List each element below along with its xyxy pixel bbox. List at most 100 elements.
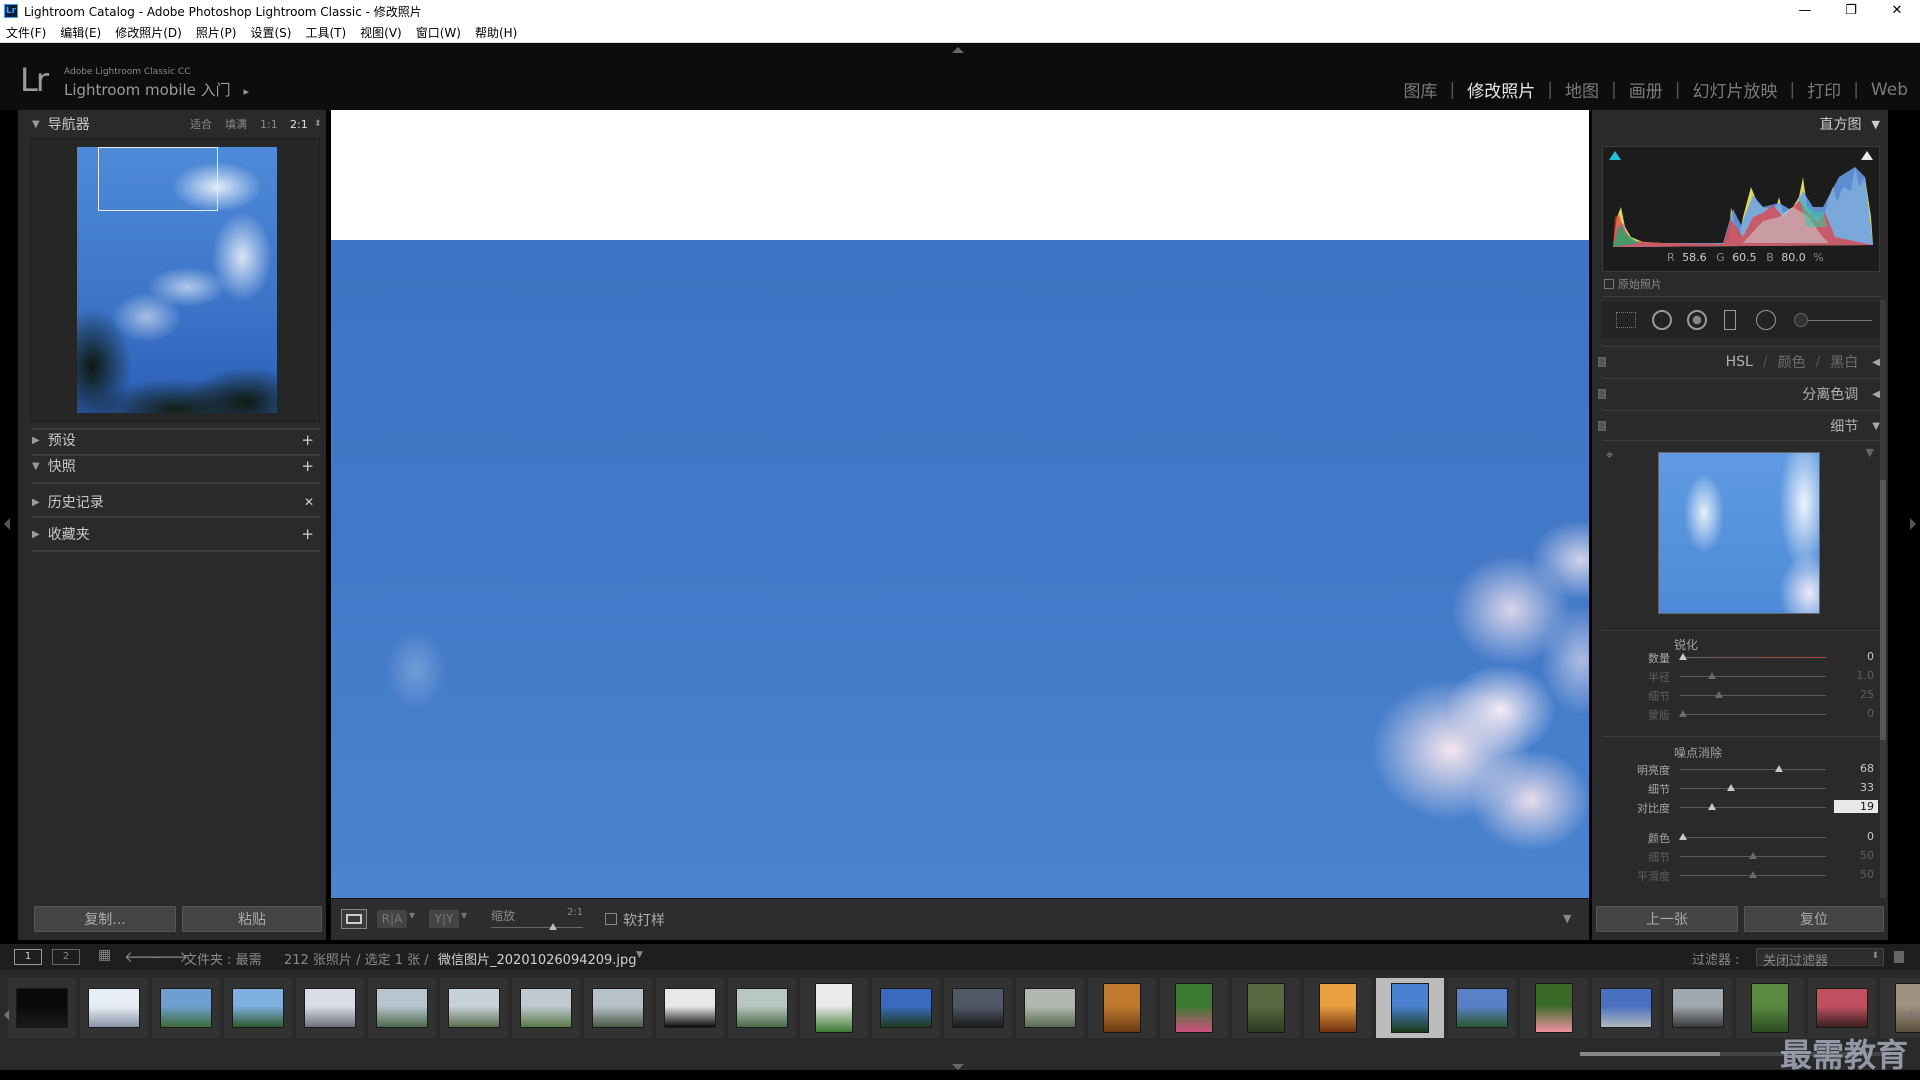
crop-tool-icon[interactable] [1616,312,1636,328]
filename-dropdown-icon[interactable]: ▼ [636,950,643,960]
slider-row[interactable]: 蒙版 0 [1592,707,1888,723]
menu-develop[interactable]: 修改照片(D) [115,24,182,41]
slider-value[interactable]: 19 [1834,800,1878,813]
snapshots-header[interactable]: ▼ 快照 + [18,454,326,478]
filmstrip-thumbnail[interactable] [512,978,580,1038]
preview-toggle-icon[interactable]: ▼ [1866,446,1874,459]
slider-thumb[interactable] [1678,653,1687,660]
toolbar-options-icon[interactable]: ▼ [1563,912,1571,925]
bw-tab[interactable]: 黑白 [1830,352,1858,372]
histogram-header[interactable]: 直方图 ▼ [1592,112,1888,136]
identity-mobile-link[interactable]: Lightroom mobile 入门 ▸ [64,79,249,100]
slider-value[interactable]: 50 [1860,849,1874,862]
nav-1to1-option[interactable]: 1:1 [260,118,278,131]
slider-thumb[interactable] [1749,852,1757,859]
secondary-window-button[interactable]: 2 [52,949,80,965]
collapse-bottom-arrow-icon[interactable] [952,1064,964,1070]
original-photo-checkbox[interactable] [1604,279,1614,289]
slider-row[interactable]: 细节 50 [1592,849,1888,865]
before-after-tb-icon[interactable]: Y|Y [429,910,459,928]
zoom-slider-thumb[interactable] [549,923,557,930]
filmstrip-thumbnail[interactable] [1736,978,1804,1038]
filter-select[interactable]: 关闭过滤器 ⬍ [1756,948,1884,969]
menu-window[interactable]: 窗口(W) [416,24,461,41]
slider-row[interactable]: 对比度 19 [1592,800,1888,816]
filmstrip-thumbnail[interactable] [800,978,868,1038]
module-library[interactable]: 图库 [1404,77,1438,102]
slider-thumb[interactable] [1727,784,1736,791]
filmstrip-thumbnail[interactable] [152,978,220,1038]
detail-header[interactable]: 细节 ▼ [1592,414,1888,438]
history-header[interactable]: ▶ 历史记录 ✕ [18,490,326,514]
paste-settings-button[interactable]: 粘贴 [182,906,322,932]
slider-row[interactable]: 半径 1.0 [1592,669,1888,685]
slider-row[interactable]: 细节 33 [1592,781,1888,797]
red-eye-icon[interactable] [1687,310,1707,330]
slider-value[interactable]: 0 [1867,650,1874,663]
slider-thumb[interactable] [1708,672,1717,679]
menu-photo[interactable]: 照片(P) [196,24,237,41]
panel-switch-icon[interactable] [1598,421,1606,431]
hsl-tab[interactable]: HSL [1726,354,1753,370]
slider-row[interactable]: 明亮度 68 [1592,762,1888,778]
presets-header[interactable]: ▶ 预设 + [18,428,326,452]
filter-lock-icon[interactable] [1894,951,1904,963]
menu-help[interactable]: 帮助(H) [475,24,517,41]
loupe-view[interactable] [331,110,1589,898]
slider-track[interactable] [1680,807,1826,808]
slider-thumb[interactable] [1749,871,1757,878]
nav-fit-option[interactable]: 适合 [190,116,212,132]
menu-edit[interactable]: 编辑(E) [60,24,101,41]
filmstrip-thumbnail[interactable] [1592,978,1660,1038]
module-slideshow[interactable]: 幻灯片放映 [1692,77,1777,102]
slider-row[interactable]: 平滑度 50 [1592,868,1888,884]
module-map[interactable]: 地图 [1565,77,1599,102]
right-panel-scrollbar[interactable] [1880,300,1886,910]
slider-row[interactable]: 数量 0 [1592,650,1888,666]
detail-preview[interactable] [1658,452,1820,614]
forward-arrow-icon[interactable]: 🡒 [148,947,188,966]
navigator-viewport-box[interactable] [98,147,218,211]
soft-proof-checkbox[interactable] [605,913,617,925]
filmstrip-thumbnail[interactable] [1664,978,1732,1038]
zoom-slider-track[interactable] [491,927,583,928]
menu-file[interactable]: 文件(F) [6,24,46,41]
left-panel-toggle-icon[interactable] [4,518,10,530]
filmstrip-thumbnail[interactable] [1232,978,1300,1038]
filmstrip-thumbnail[interactable] [1376,978,1444,1038]
slider-row[interactable]: 颜色 0 [1592,830,1888,846]
module-book[interactable]: 画册 [1629,77,1663,102]
target-picker-icon[interactable]: ⌖ [1606,448,1613,463]
adjustment-brush-icon[interactable] [1794,313,1808,327]
filmstrip-thumbnail[interactable] [224,978,292,1038]
slider-value[interactable]: 50 [1860,868,1874,881]
dropdown-icon[interactable]: ▼ [461,911,467,920]
close-button[interactable]: ✕ [1874,0,1920,22]
filmstrip-thumbnail[interactable] [1808,978,1876,1038]
filmstrip-thumbnail[interactable] [1304,978,1372,1038]
slider-value[interactable]: 25 [1860,688,1874,701]
filmstrip-thumbnail[interactable] [1880,978,1920,1038]
menu-settings[interactable]: 设置(S) [250,24,291,41]
panel-switch-icon[interactable] [1598,389,1606,399]
slider-thumb[interactable] [1678,710,1687,717]
filmstrip-right-arrow-icon[interactable] [1910,1010,1915,1020]
navigator-header[interactable]: ▼ 导航器 适合 填满 1:1 2:1 ⬍ [18,112,326,136]
filmstrip-thumbnail[interactable] [1520,978,1588,1038]
filmstrip-thumbnail[interactable] [1448,978,1516,1038]
module-print[interactable]: 打印 [1807,77,1841,102]
previous-button[interactable]: 上一张 [1596,906,1738,932]
zoom-stepper-icon[interactable]: ⬍ [314,119,322,129]
dropdown-icon[interactable]: ▼ [409,911,415,920]
menu-view[interactable]: 视图(V) [360,24,402,41]
photo-canvas[interactable] [331,240,1589,898]
slider-value[interactable]: 33 [1860,781,1874,794]
original-photo-toggle[interactable]: 原始照片 [1604,276,1662,292]
slider-thumb[interactable] [1678,833,1687,840]
reset-button[interactable]: 复位 [1744,906,1884,932]
module-develop[interactable]: 修改照片 [1467,77,1535,102]
spot-removal-icon[interactable] [1652,310,1672,330]
nav-zoom-option[interactable]: 2:1 [290,118,308,131]
filmstrip-thumbnail[interactable] [1088,978,1156,1038]
slider-value[interactable]: 68 [1860,762,1874,775]
